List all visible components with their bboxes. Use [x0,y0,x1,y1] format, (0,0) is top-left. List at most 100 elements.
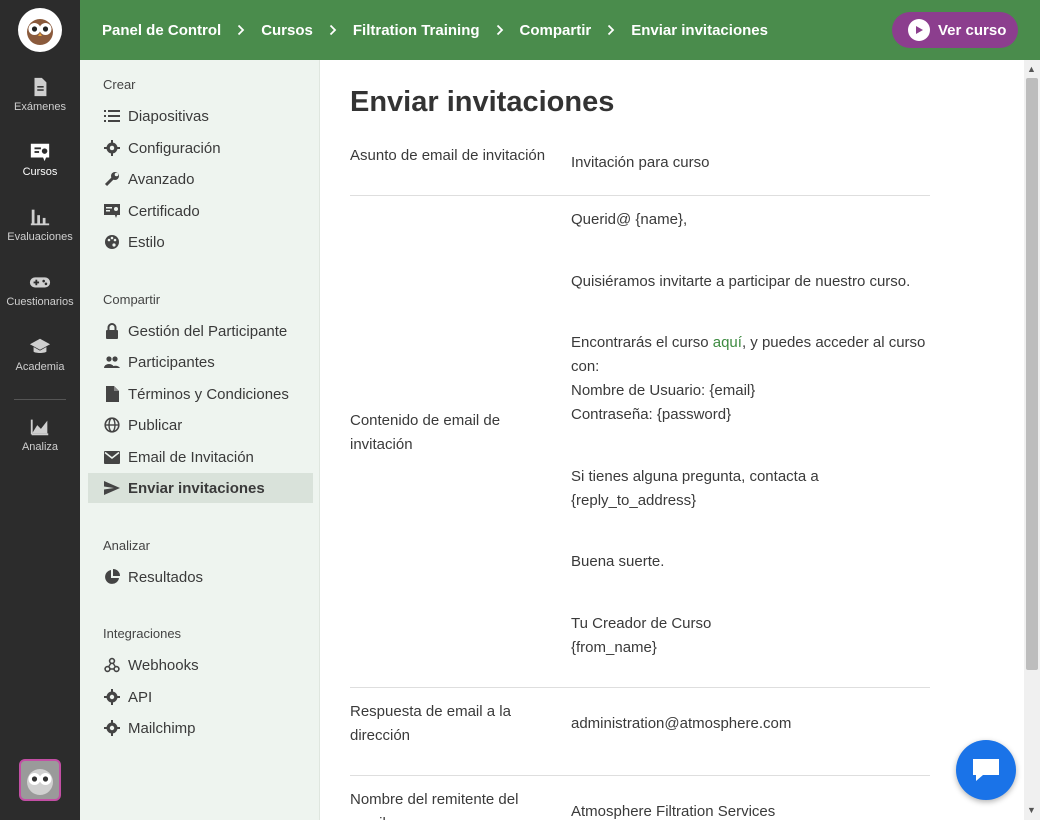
graduation-cap-icon [29,338,51,353]
chevron-right-icon [329,24,337,36]
view-course-label: Ver curso [938,21,1007,39]
course-link[interactable]: aquí [713,334,742,351]
rail-item-examenes[interactable]: Exámenes [0,76,80,113]
breadcrumb-panel[interactable]: Panel de Control [102,22,221,39]
menu-item-label: Participantes [128,353,215,371]
subject-value[interactable]: Invitación para curso [571,151,931,175]
content-label: Contenido de email de invitación [350,412,501,453]
breadcrumb-compartir[interactable]: Compartir [520,22,592,39]
scrollbar-thumb[interactable] [1026,78,1038,670]
menu-item-webhooks[interactable]: Webhooks [88,650,313,680]
app-rail: Exámenes Cursos Evaluaciones Cuestionari… [0,0,80,820]
webhook-icon [103,656,121,674]
sender-label: Nombre del remitente del email [350,791,519,820]
menu-item-label: Webhooks [128,656,199,674]
content-signoff: Tu Creador de Curso [571,615,712,632]
menu-item-mailchimp[interactable]: Mailchimp [88,713,313,743]
breadcrumb-course[interactable]: Filtration Training [353,22,480,39]
menu-item-label: API [128,688,153,706]
palette-icon [103,233,121,251]
menu-item-resultados[interactable]: Resultados [88,562,313,592]
menu-item-api[interactable]: API [88,682,313,712]
list-icon [103,107,121,125]
content-from-name: {from_name} [571,639,657,656]
menu-item-label: Estilo [128,233,165,251]
divider [350,195,930,196]
menu-item-label: Resultados [128,568,204,586]
menu-item-email-invitacion[interactable]: Email de Invitación [88,442,313,472]
scroll-up-arrow-icon[interactable]: ▲ [1027,64,1036,74]
content-find-course: Encontrarás el curso aquí, y puedes acce… [571,331,931,379]
main-content: Enviar invitaciones Asunto de email de i… [320,60,1024,820]
owl-avatar-icon [27,769,53,795]
content-username: Nombre de Usuario: {email} [571,382,756,399]
menu-item-label: Enviar invitaciones [128,479,265,497]
gamepad-icon [29,277,51,288]
section-title-compartir: Compartir [103,292,161,307]
content-luck: Buena suerte. [571,553,665,570]
chevron-right-icon [237,24,245,36]
rail-label: Analiza [21,441,59,453]
people-icon [103,353,121,371]
chevron-right-icon [607,24,615,36]
menu-item-label: Términos y Condiciones [128,385,289,403]
certificate-icon [103,202,121,220]
menu-item-label: Diapositivas [128,107,209,125]
rail-label: Evaluaciones [7,231,73,243]
menu-item-estilo[interactable]: Estilo [88,227,313,257]
content-find-pre: Encontrarás el curso [571,334,713,351]
gear-icon [103,139,121,157]
rail-label: Academia [15,361,65,373]
user-avatar[interactable] [19,759,61,801]
menu-item-diapositivas[interactable]: Diapositivas [88,101,313,131]
view-course-button[interactable]: Ver curso [892,12,1018,48]
main-scrollbar[interactable]: ▲ ▼ [1024,60,1040,820]
rail-item-cursos[interactable]: Cursos [0,141,80,178]
breadcrumb-current: Enviar invitaciones [631,21,768,39]
rail-divider [14,399,66,400]
section-title-analizar: Analizar [103,538,150,553]
menu-item-label: Gestión del Participante [128,322,288,340]
lock-icon [103,322,121,340]
content-password: Contraseña: {password} [571,406,732,423]
chevron-right-icon [496,24,504,36]
menu-item-label: Certificado [128,202,200,220]
scroll-down-arrow-icon[interactable]: ▼ [1027,805,1036,815]
rail-item-academia[interactable]: Academia [0,336,80,373]
rail-label: Exámenes [14,101,66,113]
rail-label: Cursos [22,166,58,178]
owl-logo-icon[interactable] [18,8,62,52]
menu-item-participantes[interactable]: Participantes [88,347,313,377]
bar-chart-icon [30,209,50,226]
rail-item-evaluaciones[interactable]: Evaluaciones [0,206,80,243]
menu-item-label: Publicar [128,416,183,434]
divider [350,775,930,776]
menu-item-publicar[interactable]: Publicar [88,410,313,440]
mail-icon [103,448,121,466]
file-icon [103,385,121,403]
reply-to-label: Respuesta de email a la dirección [350,703,511,744]
area-chart-icon [30,419,49,436]
sender-value[interactable]: Atmosphere Filtration Services [571,800,931,820]
rail-item-cuestionarios[interactable]: Cuestionarios [0,271,80,308]
menu-item-certificado[interactable]: Certificado [88,196,313,226]
menu-item-label: Mailchimp [128,719,196,737]
rail-item-analiza[interactable]: Analiza [0,416,80,453]
content-greeting: Querid@ {name}, [571,211,688,228]
chat-button[interactable] [956,740,1016,800]
menu-item-gestion-participante[interactable]: Gestión del Participante [88,316,313,346]
reply-to-value[interactable]: administration@atmosphere.com [571,712,931,736]
document-icon [34,77,47,97]
menu-item-configuracion[interactable]: Configuración [88,133,313,163]
wrench-icon [103,170,121,188]
section-title-integraciones: Integraciones [103,626,182,641]
send-icon [103,479,121,497]
play-icon [908,19,930,41]
menu-item-avanzado[interactable]: Avanzado [88,164,313,194]
chat-bubble-icon [973,759,999,781]
breadcrumb-cursos[interactable]: Cursos [261,22,313,39]
content-intro: Quisiéramos invitarte a participar de nu… [571,273,911,290]
course-icon [30,143,50,162]
menu-item-enviar-invitaciones[interactable]: Enviar invitaciones [88,473,313,503]
menu-item-terminos[interactable]: Términos y Condiciones [88,379,313,409]
